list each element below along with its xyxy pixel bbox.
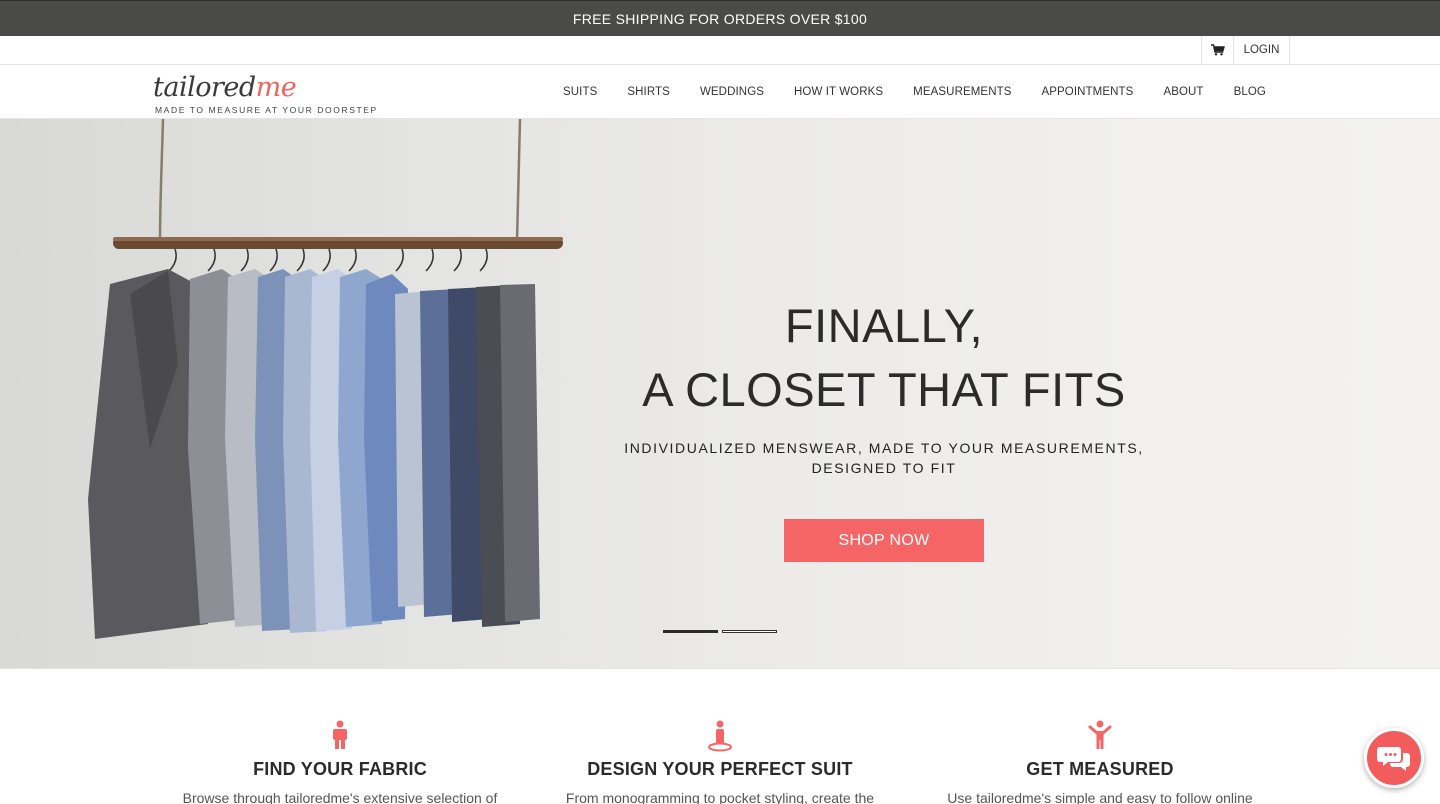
feature-title: DESIGN YOUR PERFECT SUIT: [587, 759, 853, 779]
nav-item-appointments[interactable]: APPOINTMENTS: [1027, 86, 1149, 98]
chat-button[interactable]: [1364, 728, 1424, 788]
feature-text: From monogramming to pocket styling, cre…: [565, 790, 875, 804]
hero-subtitle-line-2: DESIGNED TO FIT: [811, 460, 957, 476]
logo[interactable]: tailoredme MADE TO MEASURE AT YOUR DOORS…: [153, 71, 383, 115]
login-link[interactable]: LOGIN: [1234, 36, 1290, 64]
nav-item-blog[interactable]: BLOG: [1219, 86, 1281, 98]
nav-item-about[interactable]: ABOUT: [1148, 86, 1218, 98]
feature-text: Browse through tailoredme's extensive se…: [182, 790, 498, 804]
feature-text: Use tailoredme's simple and easy to foll…: [947, 790, 1253, 804]
person-icon: [333, 720, 347, 749]
main-navigation: tailoredme MADE TO MEASURE AT YOUR DOORS…: [0, 65, 1440, 119]
nav-item-measurements[interactable]: MEASUREMENTS: [898, 86, 1026, 98]
cart-icon: [1210, 44, 1225, 56]
nav-links: SUITS SHIRTS WEDDINGS HOW IT WORKS MEASU…: [548, 65, 1281, 118]
chat-bubbles-icon: [1377, 747, 1410, 771]
promo-text: FREE SHIPPING FOR ORDERS OVER $100: [572, 10, 868, 27]
features-section: FIND YOUR FABRIC Browse through tailored…: [0, 670, 1440, 804]
hero-title-line-1: FINALLY,: [784, 299, 984, 352]
person-arms-up-icon: [1088, 720, 1112, 749]
logo-wordmark: tailoredme: [153, 72, 297, 103]
slide-indicator-1[interactable]: [663, 630, 718, 633]
slide-indicator-2[interactable]: [722, 630, 777, 633]
hero-subtitle-line-1: INDIVIDUALIZED MENSWEAR, MADE TO YOUR ME…: [624, 440, 1144, 456]
cart-button[interactable]: [1201, 36, 1234, 64]
feature-title: FIND YOUR FABRIC: [253, 759, 427, 779]
clothing-rack-image: [88, 119, 563, 639]
promo-banner: FREE SHIPPING FOR ORDERS OVER $100: [0, 0, 1440, 36]
hero-slider: FINALLY, A CLOSET THAT FITS INDIVIDUALIZ…: [0, 119, 1440, 669]
nav-item-weddings[interactable]: WEDDINGS: [685, 86, 779, 98]
person-pin-icon: [708, 720, 732, 752]
nav-item-suits[interactable]: SUITS: [548, 86, 612, 98]
logo-tagline: MADE TO MEASURE AT YOUR DOORSTEP: [155, 105, 378, 115]
hero-title-line-2: A CLOSET THAT FITS: [642, 363, 1126, 416]
shop-now-button[interactable]: SHOP NOW: [784, 519, 984, 562]
utility-bar: LOGIN: [0, 36, 1440, 65]
nav-item-how-it-works[interactable]: HOW IT WORKS: [779, 86, 898, 98]
nav-item-shirts[interactable]: SHIRTS: [612, 86, 685, 98]
feature-title: GET MEASURED: [1026, 759, 1174, 779]
